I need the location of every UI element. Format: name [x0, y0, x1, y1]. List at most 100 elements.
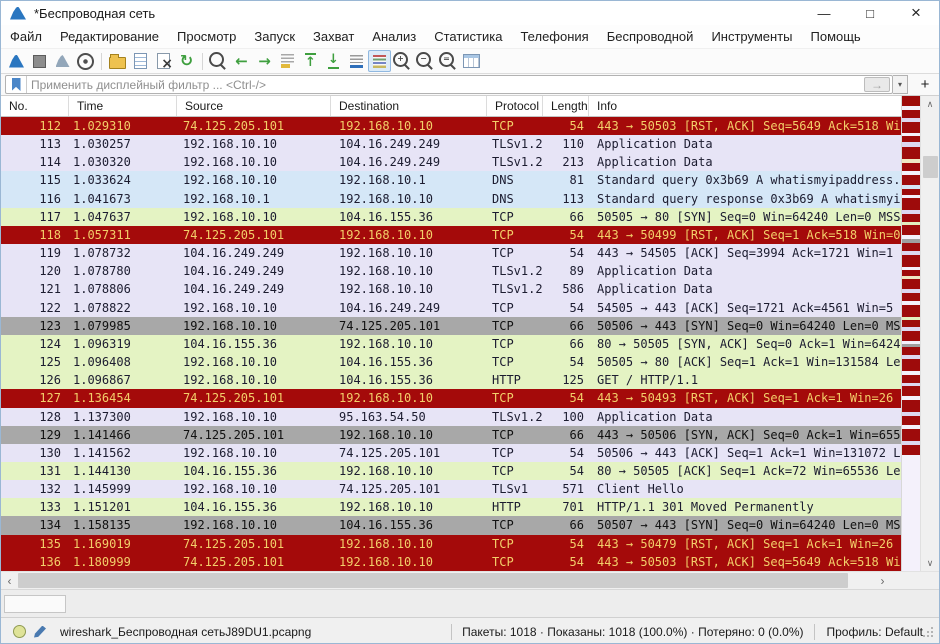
- table-row[interactable]: 1221.078822192.168.10.10104.16.249.249TC…: [1, 299, 901, 317]
- capture-options-icon[interactable]: [74, 50, 97, 72]
- table-row[interactable]: 1171.047637192.168.10.10104.16.155.36TCP…: [1, 208, 901, 226]
- menu-analyze[interactable]: Анализ: [363, 25, 425, 48]
- table-row[interactable]: 1151.033624192.168.10.10192.168.10.1DNS8…: [1, 171, 901, 189]
- cell-length: 113: [543, 190, 589, 208]
- column-header-length[interactable]: Length: [543, 96, 589, 116]
- menu-capture[interactable]: Захват: [304, 25, 363, 48]
- table-row[interactable]: 1121.02931074.125.205.101192.168.10.10TC…: [1, 117, 901, 135]
- table-row[interactable]: 1191.078732104.16.249.249192.168.10.10TC…: [1, 244, 901, 262]
- go-to-packet-icon[interactable]: [276, 50, 299, 72]
- cell-no: 123: [1, 317, 69, 335]
- expert-info-icon[interactable]: [13, 625, 26, 638]
- menu-file[interactable]: Файл: [1, 25, 51, 48]
- table-row[interactable]: 1141.030320192.168.10.10104.16.249.249TL…: [1, 153, 901, 171]
- close-button[interactable]: ×: [893, 1, 939, 25]
- menu-edit[interactable]: Редактирование: [51, 25, 168, 48]
- auto-scroll-icon[interactable]: [345, 50, 368, 72]
- lower-pane-inset: [4, 595, 66, 613]
- column-header-time[interactable]: Time: [69, 96, 177, 116]
- column-header-destination[interactable]: Destination: [331, 96, 487, 116]
- zoom-out-icon[interactable]: [414, 50, 437, 72]
- zoom-in-icon[interactable]: [391, 50, 414, 72]
- menu-go[interactable]: Запуск: [245, 25, 304, 48]
- cell-protocol: TCP: [487, 426, 543, 444]
- cell-destination: 74.125.205.101: [331, 444, 487, 462]
- table-row[interactable]: 1131.030257192.168.10.10104.16.249.249TL…: [1, 135, 901, 153]
- add-filter-button[interactable]: +: [915, 75, 935, 94]
- minimize-button[interactable]: —: [801, 1, 847, 25]
- maximize-button[interactable]: □: [847, 1, 893, 25]
- open-file-icon[interactable]: [106, 50, 129, 72]
- menu-view[interactable]: Просмотр: [168, 25, 245, 48]
- horizontal-scroll-thumb[interactable]: [18, 573, 848, 588]
- start-capture-icon[interactable]: [5, 50, 28, 72]
- go-back-icon[interactable]: [230, 50, 253, 72]
- cell-time: 1.169019: [69, 535, 177, 553]
- table-row[interactable]: 1261.096867192.168.10.10104.16.155.36HTT…: [1, 371, 901, 389]
- table-row[interactable]: 1351.16901974.125.205.101192.168.10.10TC…: [1, 535, 901, 553]
- go-first-packet-icon[interactable]: [299, 50, 322, 72]
- reload-file-icon[interactable]: [175, 50, 198, 72]
- display-filter-input[interactable]: [27, 77, 864, 92]
- table-row[interactable]: 1291.14146674.125.205.101192.168.10.10TC…: [1, 426, 901, 444]
- table-row[interactable]: 1181.05731174.125.205.101192.168.10.10TC…: [1, 226, 901, 244]
- filter-bookmark-button[interactable]: [6, 76, 27, 93]
- menu-help[interactable]: Помощь: [802, 25, 870, 48]
- minimap-scrollbar[interactable]: [901, 96, 920, 571]
- restart-capture-icon[interactable]: [51, 50, 74, 72]
- cell-length: 213: [543, 153, 589, 171]
- go-last-packet-icon[interactable]: [322, 50, 345, 72]
- zoom-original-icon[interactable]: [437, 50, 460, 72]
- menu-wireless[interactable]: Беспроводной: [598, 25, 703, 48]
- cell-time: 1.137300: [69, 408, 177, 426]
- scroll-left-arrow[interactable]: ‹: [1, 572, 18, 589]
- cell-length: 66: [543, 317, 589, 335]
- cell-source: 192.168.10.1: [177, 190, 331, 208]
- colorize-icon[interactable]: [368, 50, 391, 72]
- go-forward-icon[interactable]: [253, 50, 276, 72]
- table-row[interactable]: 1201.078780104.16.249.249192.168.10.10TL…: [1, 262, 901, 280]
- close-file-icon[interactable]: [152, 50, 175, 72]
- scroll-right-arrow[interactable]: ›: [874, 572, 891, 589]
- horizontal-scrollbar[interactable]: ‹ ›: [1, 571, 939, 589]
- vertical-scroll-track[interactable]: [921, 112, 939, 555]
- status-separator: [814, 624, 815, 640]
- menu-statistics[interactable]: Статистика: [425, 25, 511, 48]
- menu-tools[interactable]: Инструменты: [702, 25, 801, 48]
- cell-info: 50505 → 80 [SYN] Seq=0 Win=64240 Len=0 M…: [589, 208, 901, 226]
- table-row[interactable]: 1241.096319104.16.155.36192.168.10.10TCP…: [1, 335, 901, 353]
- table-row[interactable]: 1271.13645474.125.205.101192.168.10.10TC…: [1, 389, 901, 407]
- vertical-scroll-thumb[interactable]: [923, 156, 938, 178]
- column-header-no[interactable]: No.: [1, 96, 69, 116]
- scroll-down-arrow[interactable]: ∨: [921, 555, 939, 571]
- table-row[interactable]: 1341.158135192.168.10.10104.16.155.36TCP…: [1, 516, 901, 534]
- table-row[interactable]: 1231.079985192.168.10.1074.125.205.101TC…: [1, 317, 901, 335]
- resize-grip[interactable]: [931, 635, 933, 637]
- resize-columns-icon[interactable]: [460, 50, 483, 72]
- column-header-info[interactable]: Info: [589, 96, 901, 116]
- vertical-scrollbar[interactable]: ∧ ∨: [920, 96, 939, 571]
- filter-dropdown-caret[interactable]: ▾: [893, 75, 908, 94]
- horizontal-scroll-track[interactable]: [18, 572, 874, 589]
- table-row[interactable]: 1321.145999192.168.10.1074.125.205.101TL…: [1, 480, 901, 498]
- profile-label[interactable]: Профиль: Default: [821, 625, 932, 639]
- table-row[interactable]: 1161.041673192.168.10.1192.168.10.10DNS1…: [1, 190, 901, 208]
- cell-protocol: TLSv1.2: [487, 408, 543, 426]
- table-row[interactable]: 1301.141562192.168.10.1074.125.205.101TC…: [1, 444, 901, 462]
- table-row[interactable]: 1331.151201104.16.155.36192.168.10.10HTT…: [1, 498, 901, 516]
- table-row[interactable]: 1211.078806104.16.249.249192.168.10.10TL…: [1, 280, 901, 298]
- scroll-up-arrow[interactable]: ∧: [921, 96, 939, 112]
- find-packet-icon[interactable]: [207, 50, 230, 72]
- capture-comment-icon[interactable]: [34, 626, 46, 638]
- table-row[interactable]: 1311.144130104.16.155.36192.168.10.10TCP…: [1, 462, 901, 480]
- table-row[interactable]: 1251.096408192.168.10.10104.16.155.36TCP…: [1, 353, 901, 371]
- menu-telephony[interactable]: Телефония: [511, 25, 597, 48]
- save-file-icon[interactable]: [129, 50, 152, 72]
- apply-filter-button[interactable]: →: [864, 77, 890, 92]
- cell-length: 66: [543, 516, 589, 534]
- table-row[interactable]: 1281.137300192.168.10.1095.163.54.50TLSv…: [1, 408, 901, 426]
- table-row[interactable]: 1361.18099974.125.205.101192.168.10.10TC…: [1, 553, 901, 571]
- column-header-source[interactable]: Source: [177, 96, 331, 116]
- stop-capture-icon[interactable]: [28, 50, 51, 72]
- column-header-protocol[interactable]: Protocol: [487, 96, 543, 116]
